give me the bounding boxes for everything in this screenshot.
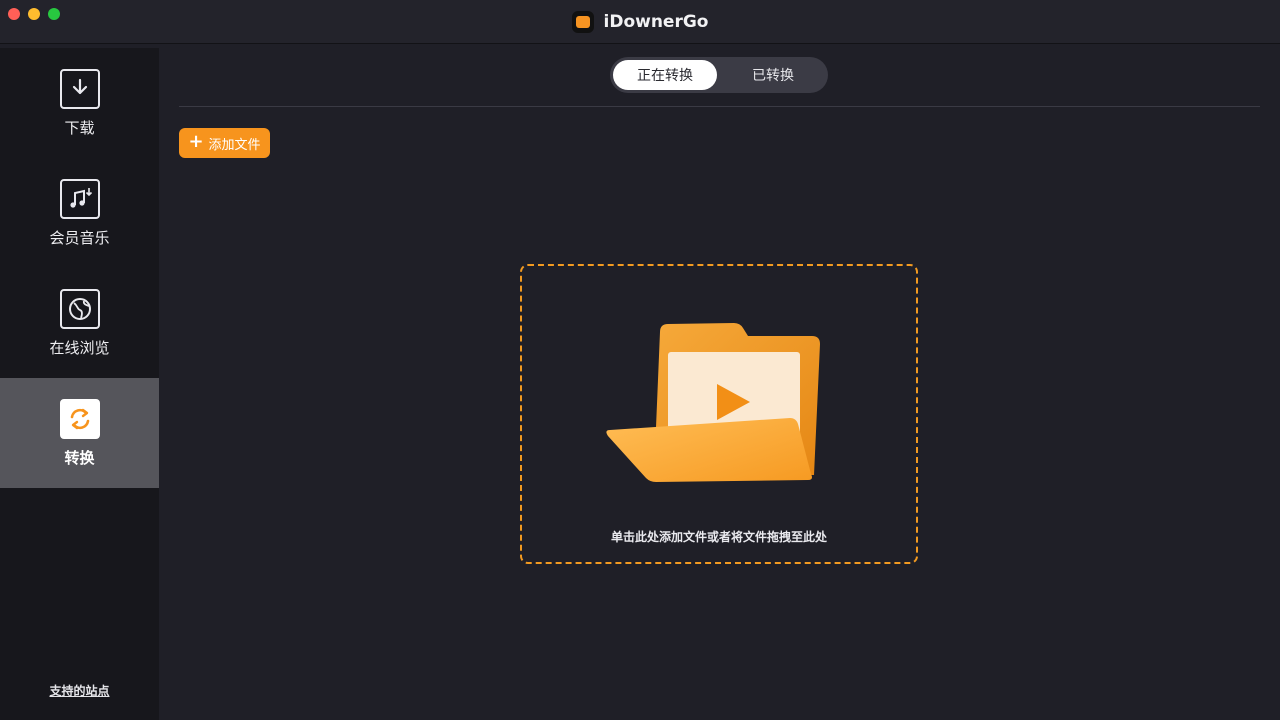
- add-file-button[interactable]: + 添加文件: [179, 128, 270, 158]
- dropzone-instructions: 单击此处添加文件或者将文件拖拽至此处: [610, 530, 827, 544]
- sidebar-item-download[interactable]: 下载: [0, 48, 159, 158]
- conversion-tab-switcher: 正在转换 已转换: [610, 57, 828, 93]
- sidebar: 下载 会员音乐 在线浏览 转换 支持的站点: [0, 48, 159, 720]
- title-bar: iDownerGo: [0, 0, 1280, 44]
- plus-icon: +: [188, 131, 204, 152]
- header-divider: [179, 106, 1260, 107]
- app-title-text: iDownerGo: [603, 12, 709, 32]
- app-logo-icon: [571, 11, 594, 33]
- browser-globe-icon: [59, 288, 100, 329]
- sidebar-item-label: 会员音乐: [49, 228, 110, 247]
- tab-converted[interactable]: 已转换: [721, 60, 825, 90]
- supported-sites-link[interactable]: 支持的站点: [0, 682, 159, 699]
- music-icon: [59, 178, 100, 219]
- main-content: 正在转换 已转换 + 添加文件 单击此处添加文件或者将文件拖拽至此处: [159, 48, 1280, 720]
- sidebar-item-convert[interactable]: 转换: [0, 378, 159, 488]
- app-title: iDownerGo: [0, 10, 1280, 34]
- add-file-label: 添加文件: [208, 137, 261, 153]
- sidebar-item-label: 在线浏览: [49, 338, 110, 357]
- sidebar-item-label: 下载: [64, 118, 95, 137]
- sidebar-item-browse[interactable]: 在线浏览: [0, 268, 159, 378]
- sidebar-item-music[interactable]: 会员音乐: [0, 158, 159, 268]
- video-folder-icon: [606, 323, 820, 482]
- tab-converting[interactable]: 正在转换: [613, 60, 717, 90]
- sidebar-item-label: 转换: [64, 448, 95, 467]
- file-drop-zone[interactable]: 单击此处添加文件或者将文件拖拽至此处: [520, 264, 918, 564]
- download-icon: [59, 68, 100, 109]
- convert-icon: [59, 398, 100, 439]
